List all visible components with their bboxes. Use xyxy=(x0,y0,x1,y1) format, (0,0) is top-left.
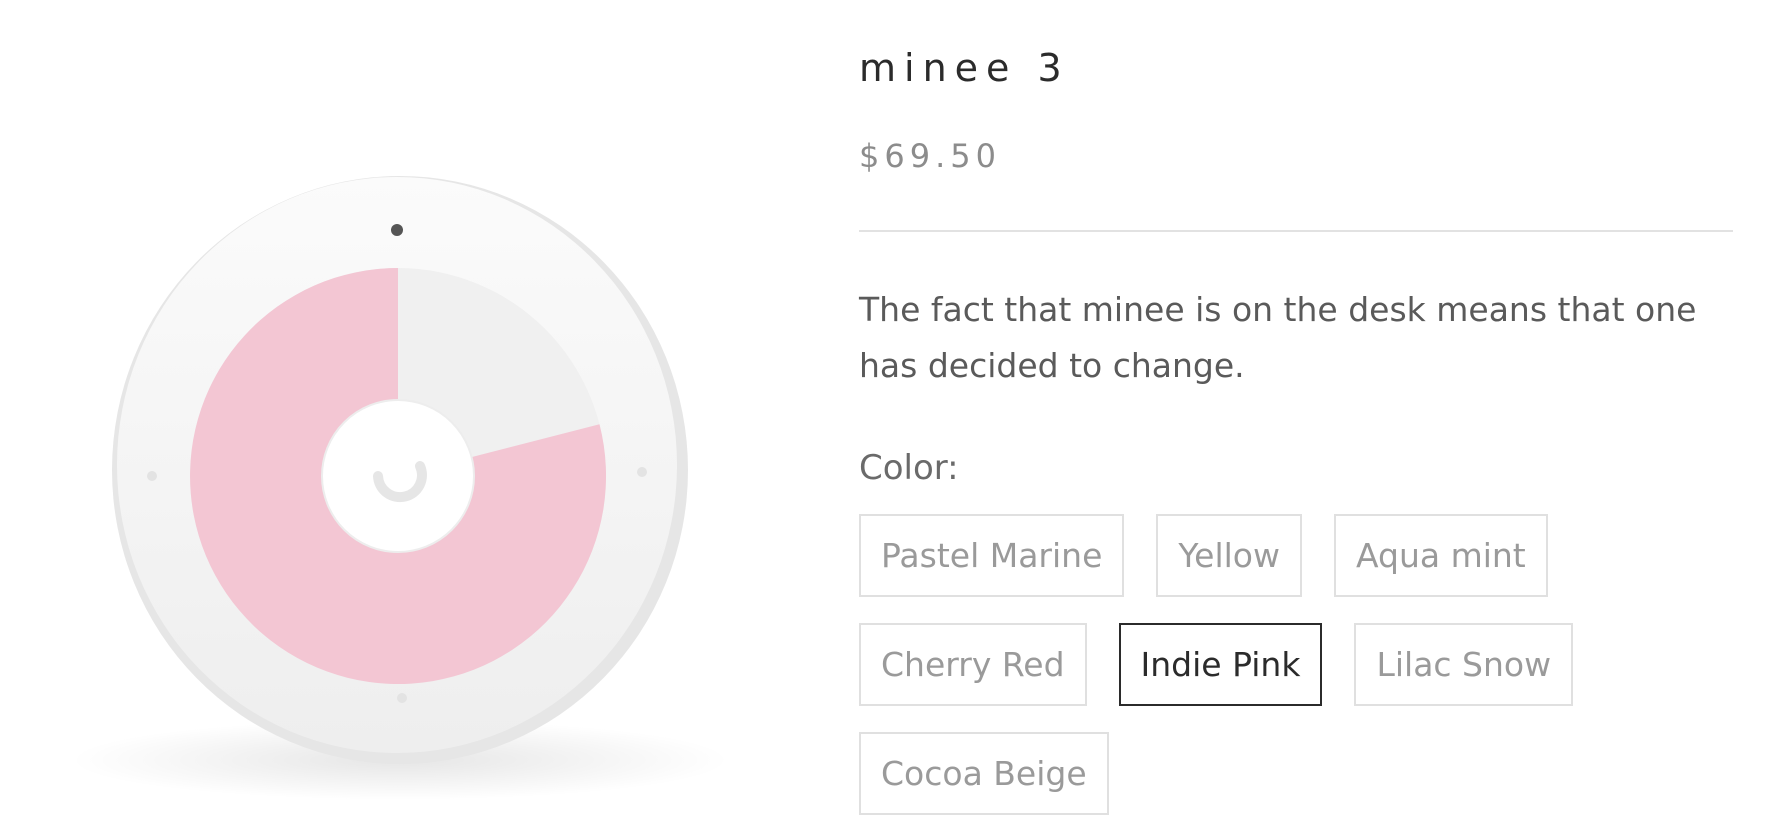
timer-side-dot-bottom xyxy=(397,693,407,703)
timer-marker-dot xyxy=(391,224,403,236)
timer-side-dot-right xyxy=(637,467,647,477)
timer-side-dot-left xyxy=(147,471,157,481)
product-title: minee 3 xyxy=(859,46,1070,90)
minee-timer-illustration xyxy=(70,176,730,800)
divider xyxy=(859,230,1733,232)
color-swatch-cherry-red[interactable]: Cherry Red xyxy=(859,623,1087,706)
color-swatch-indie-pink[interactable]: Indie Pink xyxy=(1118,623,1323,706)
product-image xyxy=(40,110,760,830)
product-price: $69.50 xyxy=(859,137,1001,175)
color-swatch-lilac-snow[interactable]: Lilac Snow xyxy=(1354,623,1574,706)
color-swatch-cocoa-beige[interactable]: Cocoa Beige xyxy=(859,732,1109,815)
color-option-label: Color: xyxy=(859,448,959,488)
product-description: The fact that minee is on the desk means… xyxy=(859,290,1697,385)
color-swatch-aqua-mint[interactable]: Aqua mint xyxy=(1334,514,1548,597)
product-info: minee 3 $69.50 The fact that minee is on… xyxy=(859,0,1735,838)
color-swatch-yellow[interactable]: Yellow xyxy=(1156,514,1302,597)
color-swatch-group: Pastel Marine Yellow Aqua mint Cherry Re… xyxy=(859,514,1735,815)
color-swatch-pastel-marine[interactable]: Pastel Marine xyxy=(859,514,1125,597)
